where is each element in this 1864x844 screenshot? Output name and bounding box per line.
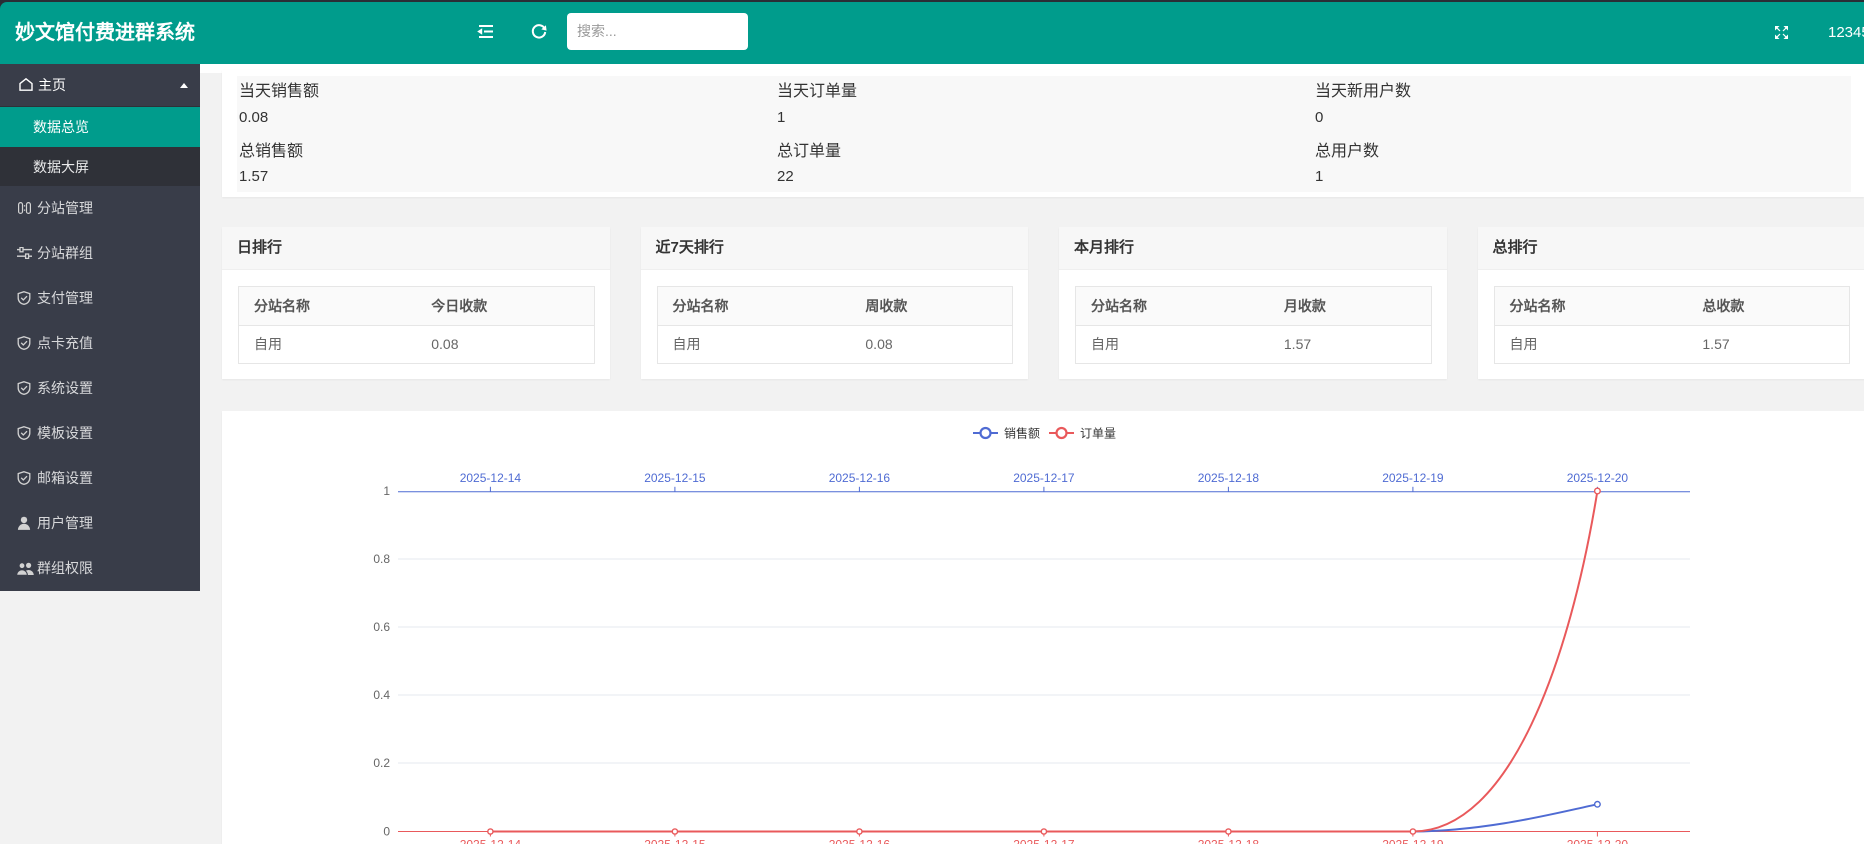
svg-text:2025-12-20: 2025-12-20 xyxy=(1567,471,1629,485)
svg-text:2025-12-16: 2025-12-16 xyxy=(829,471,891,485)
svg-text:2025-12-16: 2025-12-16 xyxy=(829,838,891,844)
svg-text:2025-12-18: 2025-12-18 xyxy=(1198,471,1260,485)
svg-text:销售额: 销售额 xyxy=(1004,426,1040,441)
svg-text:0: 0 xyxy=(383,825,390,839)
svg-text:2025-12-15: 2025-12-15 xyxy=(644,471,706,485)
svg-text:2025-12-17: 2025-12-17 xyxy=(1013,471,1075,485)
svg-text:2025-12-18: 2025-12-18 xyxy=(1198,838,1260,844)
svg-text:2025-12-14: 2025-12-14 xyxy=(460,838,522,844)
svg-text:1: 1 xyxy=(383,484,390,498)
svg-text:0.2: 0.2 xyxy=(373,756,390,770)
svg-text:0.6: 0.6 xyxy=(373,620,390,634)
svg-text:2025-12-14: 2025-12-14 xyxy=(460,471,522,485)
svg-text:2025-12-20: 2025-12-20 xyxy=(1567,838,1629,844)
svg-text:2025-12-19: 2025-12-19 xyxy=(1382,471,1444,485)
svg-text:2025-12-17: 2025-12-17 xyxy=(1013,838,1075,844)
svg-text:2025-12-19: 2025-12-19 xyxy=(1382,838,1444,844)
svg-text:订单量: 订单量 xyxy=(1080,427,1116,441)
svg-text:2025-12-15: 2025-12-15 xyxy=(644,838,706,844)
svg-text:0.8: 0.8 xyxy=(373,552,390,566)
svg-text:0.4: 0.4 xyxy=(373,688,390,702)
